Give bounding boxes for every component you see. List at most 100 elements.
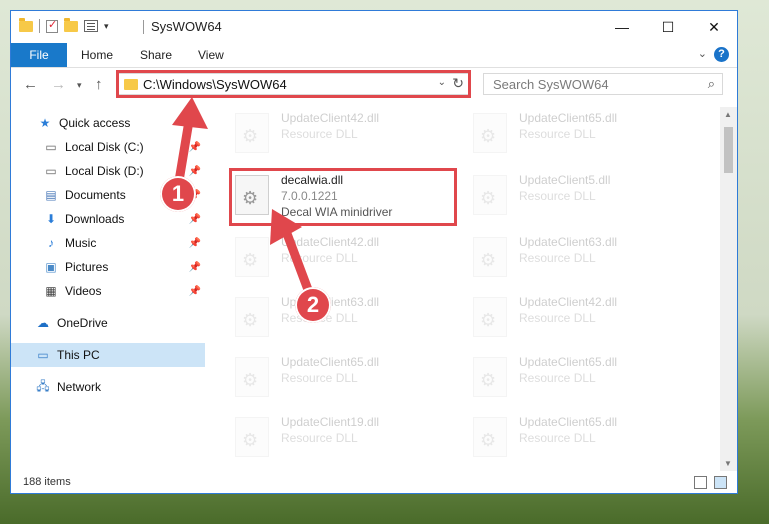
back-arrow-icon[interactable]: ← bbox=[23, 76, 38, 93]
new-folder-icon[interactable] bbox=[64, 17, 78, 32]
customize-toolbar-icon[interactable]: ▾ bbox=[104, 21, 109, 32]
recent-locations-icon[interactable]: ▾ bbox=[77, 80, 82, 91]
quick-access-toolbar: ▾ bbox=[19, 17, 109, 33]
dll-file-icon bbox=[473, 113, 507, 153]
search-box[interactable]: Search SysWOW64 ⌕ bbox=[483, 73, 723, 95]
window-title: SysWOW64 bbox=[151, 19, 222, 34]
forward-arrow-icon[interactable]: → bbox=[51, 76, 66, 93]
help-icon[interactable]: ? bbox=[714, 47, 729, 62]
minimize-button[interactable]: — bbox=[599, 11, 645, 43]
scrollbar-thumb[interactable] bbox=[724, 127, 733, 173]
details-view-icon[interactable] bbox=[694, 476, 707, 489]
star-icon: ★ bbox=[39, 116, 51, 130]
file-name: UpdateClient19.dll bbox=[281, 415, 380, 429]
pin-icon[interactable]: 📌 bbox=[189, 286, 201, 297]
tab-view[interactable]: View bbox=[198, 43, 224, 67]
file-item[interactable]: UpdateClient65.dll Resource DLL bbox=[473, 351, 693, 399]
file-type: Resource DLL bbox=[519, 251, 596, 265]
nav-label: Documents bbox=[65, 188, 126, 202]
nav-label: Quick access bbox=[59, 116, 131, 130]
nav-label: Local Disk (C:) bbox=[65, 140, 144, 154]
dll-file-icon bbox=[473, 237, 507, 277]
file-name: UpdateClient42.dll bbox=[281, 111, 380, 125]
pin-icon[interactable]: 📌 bbox=[189, 214, 201, 225]
nav-label: Local Disk (D:) bbox=[65, 164, 144, 178]
file-type: Resource DLL bbox=[519, 371, 596, 385]
nav-network[interactable]: 🖧 Network bbox=[11, 375, 205, 399]
scroll-up-icon[interactable]: ▲ bbox=[724, 110, 732, 119]
nav-onedrive[interactable]: ☁ OneDrive bbox=[11, 311, 205, 335]
dll-file-icon bbox=[235, 357, 269, 397]
title-bar: ▾ SysWOW64 — ☐ ✕ bbox=[11, 11, 737, 43]
nav-pictures[interactable]: ▣ Pictures 📌 bbox=[11, 255, 205, 279]
cloud-icon: ☁ bbox=[37, 316, 49, 330]
up-arrow-icon[interactable]: ↑ bbox=[95, 76, 103, 93]
expand-ribbon-icon[interactable]: ⌄ bbox=[698, 47, 707, 60]
search-icon[interactable]: ⌕ bbox=[708, 76, 715, 92]
toolbar-divider bbox=[39, 19, 40, 33]
file-item[interactable]: UpdateClient5.dll Resource DLL bbox=[473, 169, 693, 217]
pictures-icon: ▣ bbox=[45, 260, 57, 274]
caption-buttons: — ☐ ✕ bbox=[599, 11, 737, 43]
dll-file-icon bbox=[235, 417, 269, 457]
step-badge-2: 2 bbox=[295, 287, 331, 323]
file-item[interactable]: UpdateClient63.dll Resource DLL bbox=[473, 231, 693, 279]
file-type: Resource DLL bbox=[519, 189, 596, 203]
folder-icon bbox=[19, 17, 33, 32]
file-type: Resource DLL bbox=[519, 311, 596, 325]
film-icon: ▦ bbox=[45, 284, 57, 298]
dll-file-icon bbox=[473, 297, 507, 337]
step-badge-1: 1 bbox=[160, 176, 196, 212]
file-type: Resource DLL bbox=[281, 127, 358, 141]
file-name: UpdateClient63.dll bbox=[519, 235, 618, 249]
title-divider bbox=[143, 20, 144, 34]
tab-home[interactable]: Home bbox=[81, 43, 113, 67]
file-name: UpdateClient65.dll bbox=[519, 355, 618, 369]
dll-file-icon bbox=[473, 357, 507, 397]
scroll-down-icon[interactable]: ▼ bbox=[724, 459, 732, 468]
nav-label: Downloads bbox=[65, 212, 125, 226]
file-item[interactable]: UpdateClient42.dll Resource DLL bbox=[473, 291, 693, 339]
vertical-scrollbar[interactable]: ▲ ▼ bbox=[720, 107, 737, 471]
status-bar: 188 items bbox=[11, 473, 737, 493]
tab-share[interactable]: Share bbox=[140, 43, 172, 67]
nav-label: Network bbox=[57, 380, 102, 394]
network-icon: 🖧 bbox=[36, 378, 50, 393]
file-item[interactable]: UpdateClient19.dll Resource DLL bbox=[235, 411, 455, 459]
close-button[interactable]: ✕ bbox=[691, 11, 737, 43]
nav-this-pc[interactable]: ▭ This PC bbox=[11, 343, 205, 367]
nav-videos[interactable]: ▦ Videos 📌 bbox=[11, 279, 205, 303]
file-item[interactable]: UpdateClient65.dll Resource DLL bbox=[235, 351, 455, 399]
address-bar-highlight bbox=[116, 70, 471, 98]
large-icons-view-icon[interactable] bbox=[714, 476, 727, 489]
drive-icon: ▭ bbox=[45, 164, 57, 178]
search-placeholder[interactable]: Search SysWOW64 bbox=[493, 77, 609, 92]
file-item[interactable]: UpdateClient65.dll Resource DLL bbox=[473, 411, 693, 459]
nav-label: Pictures bbox=[65, 260, 109, 274]
file-name: UpdateClient65.dll bbox=[519, 111, 618, 125]
nav-label: Music bbox=[65, 236, 97, 250]
tab-file[interactable]: File bbox=[11, 43, 67, 67]
file-type: Resource DLL bbox=[519, 431, 596, 445]
file-name: UpdateClient42.dll bbox=[519, 295, 618, 309]
item-count: 188 items bbox=[23, 476, 71, 488]
file-item[interactable]: UpdateClient65.dll Resource DLL bbox=[473, 107, 693, 155]
file-item[interactable]: UpdateClient42.dll Resource DLL bbox=[235, 107, 455, 155]
properties-icon[interactable] bbox=[84, 20, 98, 32]
pin-icon[interactable]: 📌 bbox=[189, 238, 201, 249]
dll-file-icon bbox=[473, 417, 507, 457]
music-note-icon: ♪ bbox=[48, 236, 54, 250]
maximize-button[interactable]: ☐ bbox=[645, 11, 691, 43]
file-type: Resource DLL bbox=[519, 127, 596, 141]
nav-music[interactable]: ♪ Music 📌 bbox=[11, 231, 205, 255]
documents-icon: ▤ bbox=[45, 188, 57, 202]
computer-icon: ▭ bbox=[37, 348, 49, 362]
dll-file-icon bbox=[235, 113, 269, 153]
nav-label: OneDrive bbox=[57, 316, 108, 330]
download-arrow-icon: ⬇ bbox=[45, 212, 57, 226]
pin-icon[interactable]: 📌 bbox=[189, 262, 201, 273]
file-name: UpdateClient5.dll bbox=[519, 173, 611, 187]
file-type: Resource DLL bbox=[281, 371, 358, 385]
properties-check-icon[interactable] bbox=[46, 18, 58, 33]
drive-icon: ▭ bbox=[45, 140, 57, 154]
